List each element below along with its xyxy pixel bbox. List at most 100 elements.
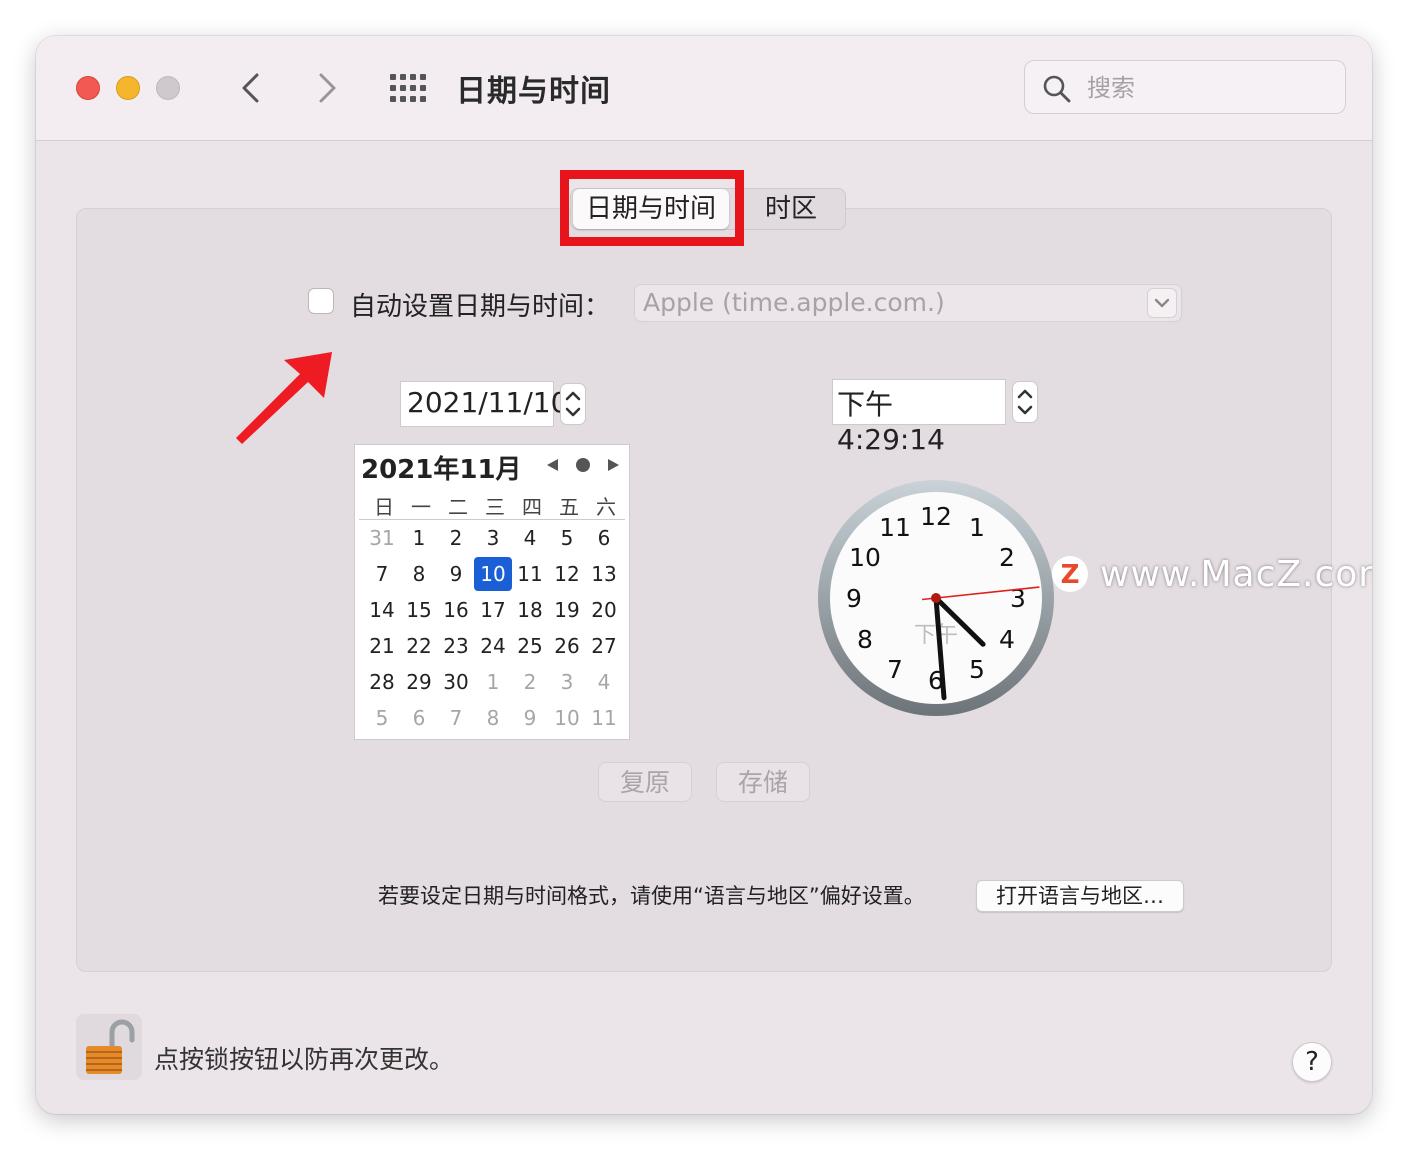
weekday-label: 日 xyxy=(374,495,394,519)
auto-set-checkbox[interactable] xyxy=(308,288,334,314)
grid-icon xyxy=(390,74,426,102)
calendar-day[interactable]: 3 xyxy=(548,665,586,699)
calendar-day[interactable]: 5 xyxy=(548,521,586,555)
time-server-value: Apple (time.apple.com.) xyxy=(643,288,945,317)
open-language-region-button[interactable]: 打开语言与地区… xyxy=(976,880,1184,912)
chevron-down-icon xyxy=(1147,288,1177,318)
calendar-day[interactable]: 14 xyxy=(363,593,401,627)
tab-bar: 日期与时间 时区 xyxy=(570,188,846,230)
clock-number: 12 xyxy=(920,502,952,531)
clock-number: 4 xyxy=(999,625,1015,654)
calendar-day[interactable]: 20 xyxy=(585,593,623,627)
calendar-day[interactable]: 7 xyxy=(437,701,475,735)
macz-logo-icon: Z xyxy=(1052,556,1088,592)
weekday-label: 六 xyxy=(596,495,616,519)
today-dot-icon xyxy=(576,458,590,472)
calendar-day[interactable]: 9 xyxy=(437,557,475,591)
calendar-day[interactable]: 12 xyxy=(548,557,586,591)
calendar-day[interactable]: 11 xyxy=(511,557,549,591)
analog-clock: 12 1234567891011 下午 xyxy=(818,480,1054,716)
lock-hint-text: 点按锁按钮以防再次更改。 xyxy=(154,1045,455,1074)
weekday-label: 四 xyxy=(522,495,542,519)
stepper-arrows-icon xyxy=(565,391,581,417)
calendar-day[interactable]: 28 xyxy=(363,665,401,699)
forward-button[interactable] xyxy=(304,66,348,110)
tab-date-time[interactable]: 日期与时间 xyxy=(573,189,729,229)
revert-button[interactable]: 复原 xyxy=(598,762,692,802)
calendar-day[interactable]: 15 xyxy=(400,593,438,627)
calendar-day[interactable]: 1 xyxy=(474,665,512,699)
calendar-day[interactable]: 19 xyxy=(548,593,586,627)
calendar-day[interactable]: 25 xyxy=(511,629,549,663)
search-input[interactable] xyxy=(1085,71,1329,105)
minimize-button[interactable] xyxy=(116,76,140,100)
calendar-day[interactable]: 13 xyxy=(585,557,623,591)
calendar-day[interactable]: 18 xyxy=(511,593,549,627)
calendar-day[interactable]: 6 xyxy=(585,521,623,555)
time-field[interactable]: 下午4:29:14 xyxy=(832,379,1006,456)
calendar-day[interactable]: 5 xyxy=(363,701,401,735)
calendar-day[interactable]: 11 xyxy=(585,701,623,735)
calendar-day[interactable]: 7 xyxy=(363,557,401,591)
search-icon xyxy=(1043,75,1071,103)
chevron-left-icon xyxy=(242,73,259,103)
prev-month-icon xyxy=(547,459,558,471)
calendar-day[interactable]: 2 xyxy=(437,521,475,555)
calendar-day[interactable]: 23 xyxy=(437,629,475,663)
help-button[interactable]: ? xyxy=(1292,1042,1332,1082)
next-month-icon xyxy=(608,459,619,471)
unlocked-padlock-icon xyxy=(76,1014,142,1080)
clock-number: 9 xyxy=(846,584,862,613)
weekday-label: 三 xyxy=(485,495,505,519)
calendar-day[interactable]: 3 xyxy=(474,521,512,555)
calendar-day[interactable]: 24 xyxy=(474,629,512,663)
watermark-badge: Z xyxy=(1061,560,1080,590)
date-stepper[interactable] xyxy=(560,383,586,425)
show-all-button[interactable] xyxy=(386,68,430,108)
calendar-day[interactable]: 27 xyxy=(585,629,623,663)
calendar-day[interactable]: 21 xyxy=(363,629,401,663)
calendar-day[interactable]: 9 xyxy=(511,701,549,735)
tab-time-zone[interactable]: 时区 xyxy=(741,189,841,229)
calendar-day[interactable]: 4 xyxy=(585,665,623,699)
calendar-day[interactable]: 10 xyxy=(474,557,512,591)
calendar-day[interactable]: 1 xyxy=(400,521,438,555)
clock-number: 2 xyxy=(999,543,1015,572)
calendar-day[interactable]: 30 xyxy=(437,665,475,699)
clock-number: 11 xyxy=(879,513,911,542)
date-field[interactable]: 2021/11/10 xyxy=(400,381,568,427)
clock-center xyxy=(931,593,941,603)
title-bar: 日期与时间 xyxy=(36,36,1372,141)
search-box[interactable] xyxy=(1024,60,1346,114)
save-button[interactable]: 存储 xyxy=(716,762,810,802)
calendar-day[interactable]: 29 xyxy=(400,665,438,699)
weekday-label: 二 xyxy=(448,495,468,519)
calendar-day[interactable]: 31 xyxy=(363,521,401,555)
time-ampm: 下午 xyxy=(837,388,894,421)
calendar-day[interactable]: 8 xyxy=(474,701,512,735)
weekday-label: 五 xyxy=(559,495,579,519)
calendar-day[interactable]: 2 xyxy=(511,665,549,699)
calendar-day[interactable]: 6 xyxy=(400,701,438,735)
annotation-arrow-icon xyxy=(236,352,332,444)
calendar-day[interactable]: 8 xyxy=(400,557,438,591)
lock-button[interactable] xyxy=(76,1014,142,1080)
window-title: 日期与时间 xyxy=(456,74,611,109)
close-button[interactable] xyxy=(76,76,100,100)
calendar-day[interactable]: 16 xyxy=(437,593,475,627)
zoom-button[interactable] xyxy=(156,76,180,100)
calendar-day[interactable]: 4 xyxy=(511,521,549,555)
auto-set-label: 自动设置日期与时间： xyxy=(350,292,611,322)
clock-number: 8 xyxy=(857,625,873,654)
preferences-window: 日期与时间 日期与时间 时区 自动设置日期与时间： Apple (time.ap… xyxy=(36,36,1372,1114)
stepper-arrows-icon xyxy=(1017,389,1033,415)
back-button[interactable] xyxy=(230,66,274,110)
chevron-right-icon xyxy=(319,73,336,103)
calendar-day[interactable]: 26 xyxy=(548,629,586,663)
calendar-day[interactable]: 10 xyxy=(548,701,586,735)
time-value: 4:29:14 xyxy=(837,423,945,456)
calendar-day[interactable]: 22 xyxy=(400,629,438,663)
time-stepper[interactable] xyxy=(1012,381,1038,423)
calendar-day[interactable]: 17 xyxy=(474,593,512,627)
calendar: 2021年11月 日一二三四五六 31 1 2 3 4 5 6 7 8 9 10 11 12 13 14 15… xyxy=(354,444,630,740)
